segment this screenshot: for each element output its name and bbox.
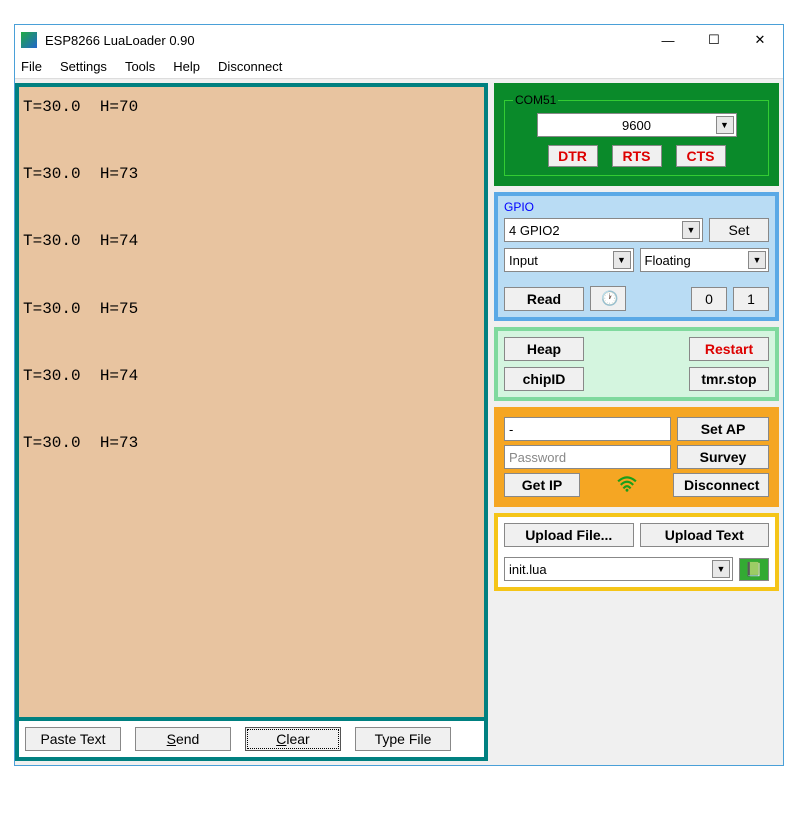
chevron-down-icon: ▼: [748, 251, 766, 269]
chipid-button[interactable]: chipID: [504, 367, 584, 391]
com-panel: COM51 9600 ▼ DTR RTS CTS: [494, 83, 779, 186]
wifi-disconnect-button[interactable]: Disconnect: [673, 473, 769, 497]
gpio-timer-button[interactable]: 🕐: [590, 286, 626, 311]
gpio-pull-value: Floating: [645, 253, 691, 268]
bottom-toolbar: Paste Text Send Clear Type File: [19, 721, 484, 757]
gpio-legend: GPIO: [504, 200, 769, 214]
folder-button[interactable]: 📗: [739, 558, 769, 581]
password-input[interactable]: Password: [504, 445, 671, 469]
close-button[interactable]: ✕: [737, 25, 783, 55]
restart-button[interactable]: Restart: [689, 337, 769, 361]
app-icon: [21, 32, 37, 48]
dtr-button[interactable]: DTR: [548, 145, 598, 167]
rts-button[interactable]: RTS: [612, 145, 662, 167]
maximize-button[interactable]: ☐: [691, 25, 737, 55]
menu-tools[interactable]: Tools: [125, 59, 155, 74]
upload-filename-value: init.lua: [509, 562, 547, 577]
window-title: ESP8266 LuaLoader 0.90: [45, 33, 645, 48]
clear-button[interactable]: Clear: [245, 727, 341, 751]
chevron-down-icon: ▼: [712, 560, 730, 578]
upload-panel: Upload File... Upload Text init.lua ▼ 📗: [494, 513, 779, 591]
folder-icon: 📗: [745, 561, 762, 577]
cts-button[interactable]: CTS: [676, 145, 726, 167]
menu-disconnect[interactable]: Disconnect: [218, 59, 282, 74]
tmrstop-button[interactable]: tmr.stop: [689, 367, 769, 391]
gpio-write-1-button[interactable]: 1: [733, 287, 769, 311]
clock-icon: 🕐: [601, 290, 618, 306]
content: T=30.0 H=70 T=30.0 H=73 T=30.0 H=74 T=30…: [15, 79, 783, 765]
right-column: COM51 9600 ▼ DTR RTS CTS GPIO: [494, 83, 779, 761]
chevron-down-icon: ▼: [613, 251, 631, 269]
gpio-write-0-button[interactable]: 0: [691, 287, 727, 311]
menu-help[interactable]: Help: [173, 59, 200, 74]
gpio-mode-select[interactable]: Input ▼: [504, 248, 634, 272]
baud-value: 9600: [622, 118, 651, 133]
send-button[interactable]: Send: [135, 727, 231, 751]
gpio-pull-select[interactable]: Floating ▼: [640, 248, 770, 272]
system-panel: Heap Restart chipID tmr.stop: [494, 327, 779, 401]
app-window: ESP8266 LuaLoader 0.90 — ☐ ✕ File Settin…: [14, 24, 784, 766]
wifi-icon: [616, 476, 638, 492]
com-legend: COM51: [513, 93, 558, 107]
baud-select[interactable]: 9600 ▼: [537, 113, 737, 137]
titlebar: ESP8266 LuaLoader 0.90 — ☐ ✕: [15, 25, 783, 55]
window-controls: — ☐ ✕: [645, 25, 783, 55]
get-ip-button[interactable]: Get IP: [504, 473, 580, 497]
gpio-mode-value: Input: [509, 253, 538, 268]
chevron-down-icon: ▼: [716, 116, 734, 134]
gpio-set-button[interactable]: Set: [709, 218, 769, 242]
menu-file[interactable]: File: [21, 59, 42, 74]
upload-text-button[interactable]: Upload Text: [640, 523, 770, 547]
wifi-panel: - Set AP Password Survey Get IP: [494, 407, 779, 507]
menubar: File Settings Tools Help Disconnect: [15, 55, 783, 79]
menu-settings[interactable]: Settings: [60, 59, 107, 74]
chevron-down-icon: ▼: [682, 221, 700, 239]
heap-button[interactable]: Heap: [504, 337, 584, 361]
gpio-panel: GPIO 4 GPIO2 ▼ Set Input ▼ Floating: [494, 192, 779, 321]
upload-filename-select[interactable]: init.lua ▼: [504, 557, 733, 581]
minimize-button[interactable]: —: [645, 25, 691, 55]
ssid-value: -: [509, 422, 513, 437]
left-column: T=30.0 H=70 T=30.0 H=73 T=30.0 H=74 T=30…: [15, 83, 488, 761]
password-placeholder: Password: [509, 450, 566, 465]
terminal-output[interactable]: T=30.0 H=70 T=30.0 H=73 T=30.0 H=74 T=30…: [19, 87, 484, 717]
upload-file-button[interactable]: Upload File...: [504, 523, 634, 547]
gpio-pin-value: 4 GPIO2: [509, 223, 560, 238]
gpio-pin-select[interactable]: 4 GPIO2 ▼: [504, 218, 703, 242]
set-ap-button[interactable]: Set AP: [677, 417, 769, 441]
ssid-input[interactable]: -: [504, 417, 671, 441]
gpio-read-button[interactable]: Read: [504, 287, 584, 311]
paste-text-button[interactable]: Paste Text: [25, 727, 121, 751]
survey-button[interactable]: Survey: [677, 445, 769, 469]
type-file-button[interactable]: Type File: [355, 727, 451, 751]
